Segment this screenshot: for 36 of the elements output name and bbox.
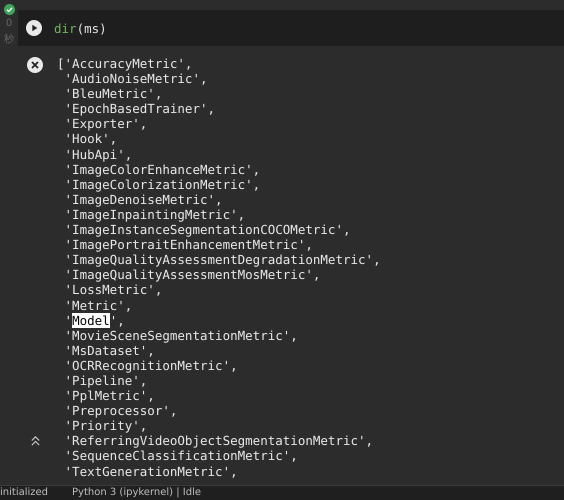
output-line: 'Pipeline', <box>64 372 148 388</box>
run-icon[interactable] <box>26 20 42 36</box>
output-line: 'ImageColorEnhanceMetric', <box>64 162 262 177</box>
output-line: 'EpochBasedTrainer', <box>64 101 216 116</box>
output-line: 'SequenceClassificationMetric', <box>64 448 299 464</box>
output-line: 'Hook', <box>64 131 118 147</box>
output-line: 'ImageDenoiseMetric', <box>64 192 223 207</box>
output-line: ['AccuracyMetric', <box>57 56 194 72</box>
code-cell[interactable]: dir(ms) <box>18 10 564 46</box>
output-line: 'ReferringVideoObjectSegmentationMetric', <box>64 433 374 448</box>
close-icon[interactable] <box>27 57 43 73</box>
output-line: 'ImagePortraitEnhancementMetric', <box>64 237 314 252</box>
output-line: 'ImageInstanceSegmentationCOCOMetric', <box>64 222 352 238</box>
output-line: 'MovieSceneSegmentationMetric', <box>64 328 299 343</box>
exec-unit: 秒 <box>4 32 14 46</box>
output-line: 'ImageQualityAssessmentMosMetric', <box>64 267 322 282</box>
output-line: 'Priority', <box>64 418 148 434</box>
exec-time: 0 <box>6 18 12 29</box>
output-line: 'PplMetric', <box>64 388 156 404</box>
output-line: 'TextGenerationMetric', <box>64 464 239 479</box>
output-line: 'LossMetric', <box>64 282 164 298</box>
output-line: 'Metric', <box>64 298 134 313</box>
output-line: 'ImageColorizationMetric', <box>64 176 262 192</box>
output-line: 'Exporter', <box>64 116 148 132</box>
output-line: 'HubApi', <box>64 146 134 162</box>
output-line: 'Preprocessor', <box>64 403 178 418</box>
output-line: 'MsDataset', <box>64 342 155 358</box>
kernel-status: Python 3 (ipykernel) | Idle <box>72 487 202 499</box>
output-line: 'BleuMetric', <box>64 86 164 102</box>
output-line: 'OCRRecognitionMetric', <box>64 358 239 373</box>
output-line: 'ImageInpaintingMetric', <box>64 206 246 222</box>
collapse-icon[interactable] <box>30 435 41 446</box>
code-line: dir(ms) <box>54 20 107 36</box>
output-line: 'ImageQualityAssessmentDegradationMetric', <box>64 252 381 268</box>
output-line: 'AudioNoiseMetric', <box>64 71 209 86</box>
status-text: initialized <box>0 487 48 499</box>
